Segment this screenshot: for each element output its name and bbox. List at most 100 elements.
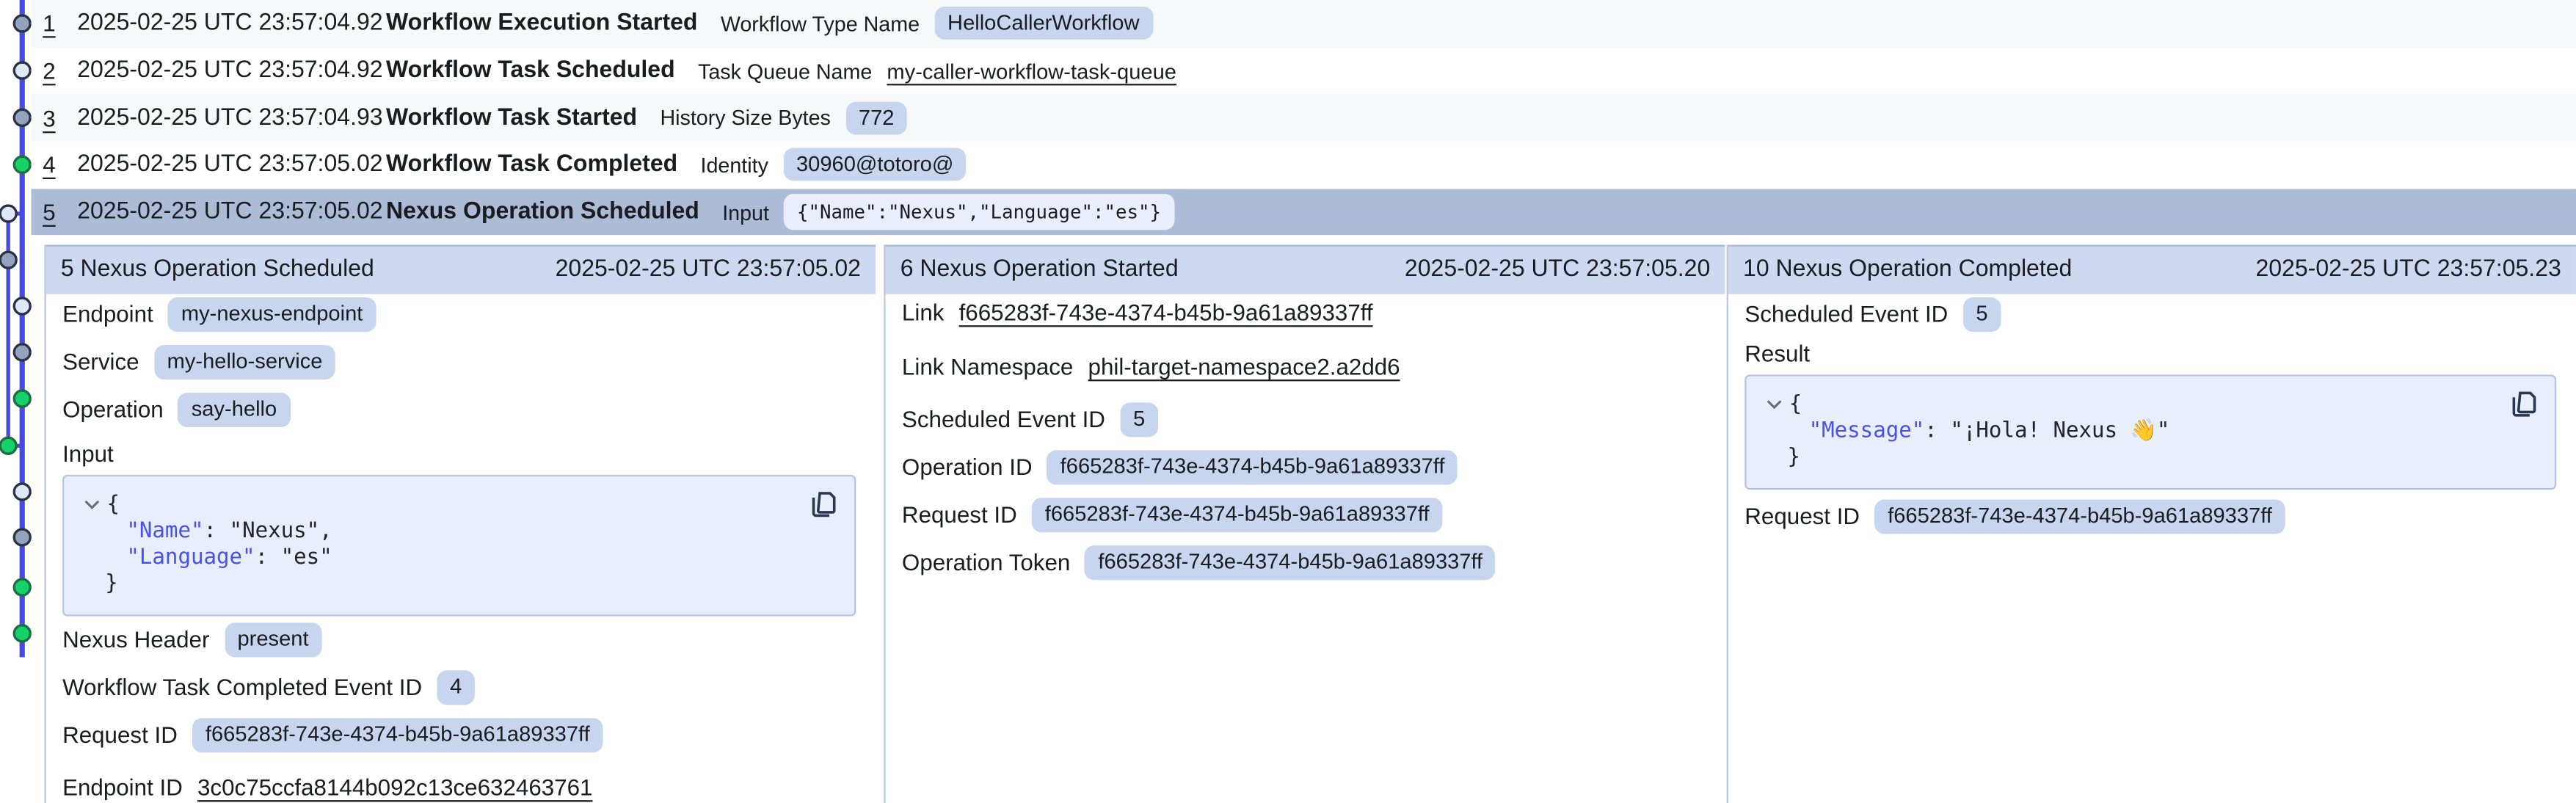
event-id-link[interactable]: 5 [43,199,59,225]
endpoint-id-link[interactable]: 3c0c75ccfa8144b092c13ce632463761 [197,774,592,800]
event-name: Workflow Execution Started [386,10,697,37]
event-timestamp: 2025-02-25 UTC 23:57:05.02 [77,152,386,178]
value-chip: 4 [437,670,475,705]
event-row-4[interactable]: 4 2025-02-25 UTC 23:57:05.02 Workflow Ta… [32,142,2576,189]
event-timestamp: 2025-02-25 UTC 23:57:04.92 [77,57,386,84]
summary-label: Task Queue Name [698,58,872,83]
event-status-dot-light [0,206,16,222]
result-label: Result [1744,340,2556,366]
event-summary: Task Queue Name my-caller-workflow-task-… [698,58,1176,83]
value-chip: 5 [1962,297,2001,332]
summary-value-chip: HelloCallerWorkflow [934,7,1152,40]
summary-value-chip: 30960@totoro@ [783,148,967,181]
chevron-down-icon[interactable] [1766,400,1789,412]
event-status-dot-light [14,298,30,314]
field-request-id: Request ID f665283f-743e-4374-b45b-9a61a… [62,718,856,752]
input-json-block: { "Name": "Nexus", "Language": "es" } [62,474,856,616]
event-status-dot-green [14,625,30,642]
event-id-link[interactable]: 4 [43,152,59,178]
json-key: "Message" [1809,418,1925,443]
field-endpoint-id: Endpoint ID 3c0c75ccfa8144b092c13ce63246… [62,772,856,802]
event-summary: Workflow Type Name HelloCallerWorkflow [721,7,1153,40]
panel-title: 10 Nexus Operation Completed [1743,257,2072,283]
copy-icon[interactable] [812,491,837,517]
field-wft-completed-event-id: Workflow Task Completed Event ID 4 [62,670,856,705]
event-summary: History Size Bytes 772 [660,101,907,134]
event-history-rows: 1 2025-02-25 UTC 23:57:04.92 Workflow Ex… [32,0,2576,236]
value-chip: my-nexus-endpoint [168,297,376,332]
panel-body: Endpoint my-nexus-endpoint Service my-he… [46,294,876,803]
summary-value-chip: 772 [845,101,907,134]
summary-label: Identity [701,153,768,178]
json-brace: { [1789,393,1802,419]
panel-header: 6 Nexus Operation Started 2025-02-25 UTC… [886,244,1725,294]
panel-nexus-operation-completed: 10 Nexus Operation Completed 2025-02-25 … [1727,244,2576,803]
field-link-namespace: Link Namespace phil-target-namespace2.a2… [902,352,1706,381]
summary-label: History Size Bytes [660,106,830,131]
result-json-block: { "Message": "¡Hola! Nexus 👋" } [1744,374,2556,490]
summary-label: Workflow Type Name [721,11,920,36]
value-chip: f665283f-743e-4374-b45b-9a61a89337ff [1874,499,2285,534]
event-timestamp: 2025-02-25 UTC 23:57:04.93 [77,105,386,131]
event-timestamp: 2025-02-25 UTC 23:57:05.02 [77,199,386,225]
event-status-dot-green [14,156,30,172]
value-chip: 5 [1120,402,1158,437]
event-id-link[interactable]: 1 [43,10,59,37]
event-status-dot-green [14,390,30,407]
json-brace: } [1766,445,2535,471]
json-value: : "Nexus", [204,519,332,544]
event-name: Workflow Task Started [386,105,637,131]
input-label: Input [62,440,856,466]
event-status-dot-slate [14,15,30,32]
event-name: Workflow Task Completed [386,152,677,178]
field-operation-token: Operation Token f665283f-743e-4374-b45b-… [902,545,1706,580]
workflow-history-view: 1 2025-02-25 UTC 23:57:04.92 Workflow Ex… [0,0,2576,803]
event-id-link[interactable]: 3 [43,105,59,131]
event-status-dot-slate [14,109,30,126]
event-status-dot-green [0,437,16,454]
panel-timestamp: 2025-02-25 UTC 23:57:05.23 [2255,257,2561,283]
event-summary: Input {"Name":"Nexus","Language":"es"} [722,194,1174,230]
panel-header: 5 Nexus Operation Scheduled 2025-02-25 U… [46,244,876,294]
event-id-link[interactable]: 2 [43,57,59,84]
event-row-3[interactable]: 3 2025-02-25 UTC 23:57:04.93 Workflow Ta… [32,94,2576,141]
event-status-dot-light [14,484,30,500]
event-row-1[interactable]: 1 2025-02-25 UTC 23:57:04.92 Workflow Ex… [32,0,2576,47]
panel-title: 5 Nexus Operation Scheduled [61,257,374,283]
value-chip: say-hello [178,393,290,427]
chevron-down-icon[interactable] [84,500,106,512]
event-timestamp: 2025-02-25 UTC 23:57:04.92 [77,10,386,37]
panel-header: 10 Nexus Operation Completed 2025-02-25 … [1728,244,2576,294]
event-group-detail: 5 Nexus Operation Scheduled 2025-02-25 U… [44,244,2576,803]
event-row-5-selected[interactable]: 5 2025-02-25 UTC 23:57:05.02 Nexus Opera… [32,189,2576,236]
copy-icon[interactable] [2512,390,2537,417]
namespace-link[interactable]: phil-target-namespace2.a2dd6 [1088,353,1400,379]
value-chip: my-hello-service [154,345,336,379]
panel-title: 6 Nexus Operation Started [900,257,1179,283]
summary-label: Input [722,200,769,225]
event-status-dot-slate [14,529,30,545]
json-brace: } [84,572,834,598]
workflow-link[interactable]: f665283f-743e-4374-b45b-9a61a89337ff [959,299,1373,325]
panel-timestamp: 2025-02-25 UTC 23:57:05.20 [1405,257,1710,283]
value-chip: present [225,622,322,657]
panel-body: Scheduled Event ID 5 Result { "Message":… [1728,294,2576,803]
input-json-chip: {"Name":"Nexus","Language":"es"} [784,194,1174,230]
field-service: Service my-hello-service [62,345,856,379]
event-status-dot-slate [14,344,30,360]
event-name: Nexus Operation Scheduled [386,199,699,225]
event-status-dot-green [14,579,30,595]
json-key: "Language" [126,545,255,570]
field-request-id: Request ID f665283f-743e-4374-b45b-9a61a… [902,498,1706,532]
task-queue-link[interactable]: my-caller-workflow-task-queue [887,58,1176,83]
event-row-2[interactable]: 2 2025-02-25 UTC 23:57:04.92 Workflow Ta… [32,47,2576,94]
event-status-dot-slate [0,252,16,268]
value-chip: f665283f-743e-4374-b45b-9a61a89337ff [1085,545,1496,580]
field-operation-id: Operation ID f665283f-743e-4374-b45b-9a6… [902,450,1706,484]
event-name: Workflow Task Scheduled [386,57,675,84]
value-chip: f665283f-743e-4374-b45b-9a61a89337ff [1047,450,1458,484]
panel-timestamp: 2025-02-25 UTC 23:57:05.02 [556,257,861,283]
field-nexus-header: Nexus Header present [62,622,856,657]
field-link: Link f665283f-743e-4374-b45b-9a61a89337f… [902,297,1706,327]
event-summary: Identity 30960@totoro@ [701,148,967,181]
